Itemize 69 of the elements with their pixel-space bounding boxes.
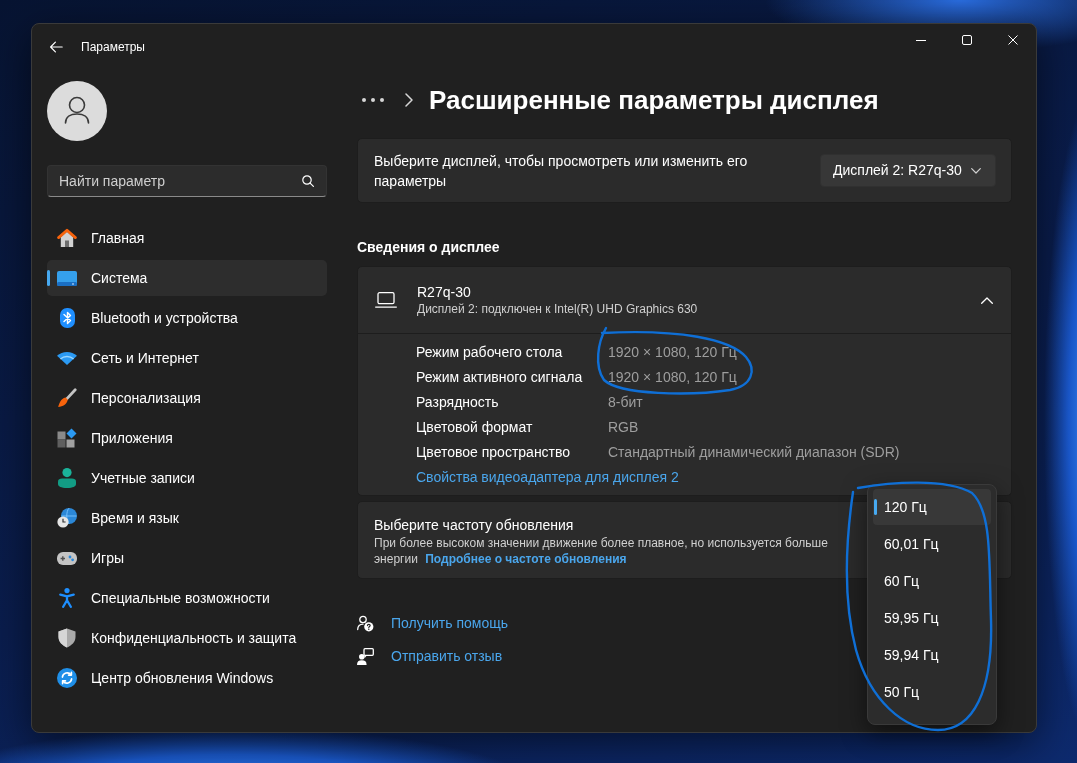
menu-item[interactable]: 60,01 Гц	[873, 526, 991, 562]
back-arrow-icon	[49, 41, 63, 53]
chevron-down-icon	[971, 167, 981, 174]
sidebar-item[interactable]: Система	[47, 260, 327, 296]
sidebar-item[interactable]: Приложения	[47, 420, 327, 456]
paintbrush-icon	[57, 388, 77, 408]
wifi-icon	[57, 351, 77, 365]
minimize-icon	[916, 39, 926, 41]
menu-item[interactable]: 120 Гц	[873, 489, 991, 525]
person-icon	[58, 468, 76, 488]
refresh-rate-info-link[interactable]: Подробнее о частоте обновления	[425, 552, 627, 566]
more-icon[interactable]	[362, 98, 384, 102]
info-value: 1920 × 1080, 120 Гц	[608, 368, 737, 387]
info-label: Разрядность	[416, 393, 500, 412]
info-value: Стандартный динамический диапазон (SDR)	[608, 443, 900, 462]
chevron-up-icon[interactable]	[981, 296, 993, 304]
feedback-link[interactable]: Отправить отзыв	[391, 645, 503, 667]
sidebar-item[interactable]: Центр обновления Windows	[47, 660, 327, 696]
globe-clock-icon	[57, 508, 77, 528]
maximize-icon	[962, 35, 972, 45]
page-title: Расширенные параметры дисплея	[429, 84, 879, 117]
monitor-icon	[57, 270, 77, 286]
sidebar-item[interactable]: Сеть и Интернет	[47, 340, 327, 376]
window-title: Параметры	[81, 39, 145, 55]
sidebar-item[interactable]: Специальные возможности	[47, 580, 327, 616]
sidebar-item[interactable]: Персонализация	[47, 380, 327, 416]
help-link[interactable]: Получить помощь	[391, 612, 508, 634]
search-icon	[302, 175, 314, 187]
menu-item[interactable]: 59,95 Гц	[873, 600, 991, 636]
menu-item[interactable]: 60 Гц	[873, 563, 991, 599]
refresh-rate-description: При более высоком значении движение более плавное, но используется больше энергии Подробнее о частоте обновления	[374, 535, 829, 567]
app-tiles-icon	[57, 428, 77, 448]
accessibility-icon	[59, 588, 75, 608]
info-value: 8-бит	[608, 393, 643, 412]
display-name: R27q-30	[417, 283, 472, 301]
feedback-icon	[357, 647, 374, 665]
sync-icon	[57, 668, 77, 688]
close-icon	[1008, 35, 1018, 45]
info-label: Цветовое пространство	[416, 443, 572, 462]
sidebar-item[interactable]: Учетные записи	[47, 460, 327, 496]
info-label: Цветовой формат	[416, 418, 534, 437]
sidebar-item[interactable]: Конфиденциальность и защита	[47, 620, 327, 656]
section-heading: Сведения о дисплее	[357, 238, 501, 257]
chevron-right-icon	[405, 93, 413, 107]
adapter-properties-link[interactable]: Свойства видеоадаптера для дисплея 2	[416, 466, 679, 488]
sidebar-item[interactable]: Время и язык	[47, 500, 327, 536]
display-dropdown[interactable]: Дисплей 2: R27q-30	[820, 154, 996, 187]
display-subtitle: Дисплей 2: подключен к Intel(R) UHD Graphics 630	[417, 301, 698, 317]
gamepad-icon	[57, 551, 77, 565]
info-value: 1920 × 1080, 120 Гц	[608, 343, 737, 362]
info-label: Режим рабочего стола	[416, 343, 564, 362]
selection-bar-icon	[874, 499, 877, 515]
menu-item[interactable]: 59,94 Гц	[873, 637, 991, 673]
search-field[interactable]: Найти параметр	[47, 165, 327, 197]
bluetooth-icon	[59, 308, 75, 328]
refresh-rate-title: Выберите частоту обновления	[374, 516, 575, 535]
laptop-icon	[375, 292, 397, 308]
info-value: RGB	[608, 418, 639, 437]
display-select-label: Выберите дисплей, чтобы просмотреть или изменить его параметры	[374, 151, 749, 191]
info-label: Режим активного сигнала	[416, 368, 584, 387]
sidebar-item[interactable]: Главная	[47, 220, 327, 256]
user-avatar-icon	[47, 81, 107, 141]
help-icon	[357, 614, 374, 632]
sidebar-item[interactable]: Игры	[47, 540, 327, 576]
selection-bar-icon	[47, 270, 50, 286]
house-icon	[57, 228, 77, 248]
shield-icon	[58, 628, 76, 648]
sidebar-item[interactable]: Bluetooth и устройства	[47, 300, 327, 336]
menu-item[interactable]: 50 Гц	[873, 674, 991, 710]
